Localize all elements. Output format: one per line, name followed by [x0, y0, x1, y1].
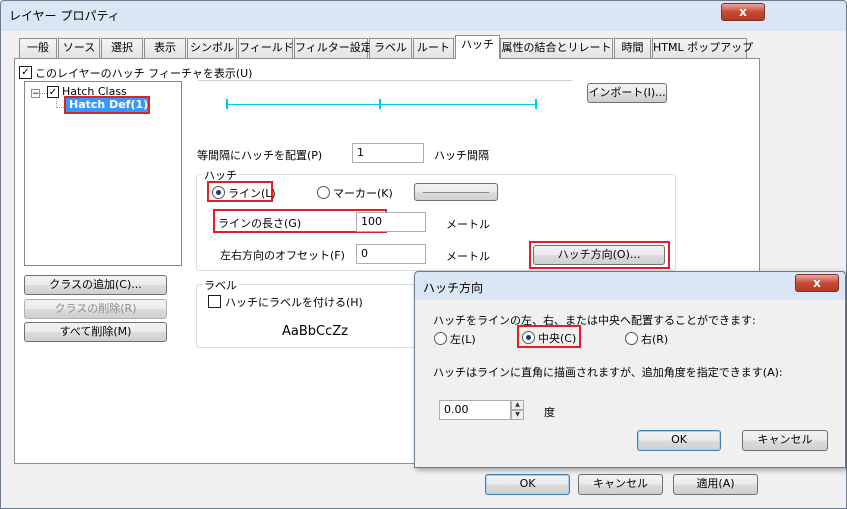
tab-5[interactable]: フィールド — [238, 38, 294, 58]
hatch-preview — [198, 80, 572, 118]
hatch-direction-dialog: ハッチ方向 x ハッチをラインの左、右、または中央へ配置することができます: 左… — [414, 271, 846, 468]
left-radio[interactable] — [434, 332, 447, 345]
center-radio[interactable] — [522, 331, 535, 344]
apply-button[interactable]: 適用(A) — [673, 474, 758, 495]
right-radio-label: 右(R) — [641, 333, 669, 346]
remove-class-button[interactable]: クラスの削除(R) — [24, 299, 167, 319]
tab-2[interactable]: 選択 — [101, 38, 143, 58]
dialog-cancel-button[interactable]: キャンセル — [742, 430, 828, 451]
dialog-ok-button[interactable]: OK — [637, 430, 721, 451]
window-title: レイヤー プロパティ — [9, 9, 120, 23]
cancel-button[interactable]: キャンセル — [578, 474, 663, 495]
symbol-preview — [423, 192, 489, 193]
label-sample-text: AaBbCcZz — [282, 324, 348, 339]
dialog-title: ハッチ方向 — [423, 281, 484, 295]
offset-unit: メートル — [446, 250, 490, 263]
add-class-button[interactable]: クラスの追加(C)... — [24, 275, 167, 295]
import-button[interactable]: インポート(I)... — [587, 83, 667, 103]
preview-tick — [226, 99, 228, 109]
tab-0[interactable]: 一般 — [19, 38, 57, 58]
remove-all-button[interactable]: すべて削除(M) — [24, 322, 167, 342]
right-radio[interactable] — [625, 332, 638, 345]
ok-button[interactable]: OK — [485, 474, 570, 495]
tab-11[interactable]: 時間 — [614, 38, 651, 58]
tab-9[interactable]: ハッチ — [455, 35, 500, 59]
interval-unit: ハッチ間隔 — [434, 149, 489, 162]
angle-input[interactable]: 0.00 — [439, 400, 511, 420]
tree-connector — [40, 93, 47, 94]
close-icon: x — [739, 5, 747, 19]
tab-3[interactable]: 表示 — [144, 38, 186, 58]
preview-tick — [379, 99, 381, 109]
tree-class-checkbox[interactable]: ✓ — [47, 86, 59, 98]
show-hatch-label: このレイヤーのハッチ フィーチャを表示(U) — [35, 67, 253, 80]
spin-down-icon[interactable]: ▼ — [511, 410, 524, 420]
window-close-button[interactable]: x — [721, 3, 765, 21]
tab-6[interactable]: フィルター設定 — [294, 38, 372, 58]
checkmark-icon: ✓ — [21, 67, 30, 78]
interval-input[interactable]: 1 — [352, 143, 424, 163]
label-hatch-label: ハッチにラベルを付ける(H) — [225, 296, 363, 309]
offset-label: 左右方向のオフセット(F) — [220, 249, 345, 262]
checkmark-icon: ✓ — [48, 87, 58, 98]
label-group-title: ラベル — [202, 277, 239, 293]
marker-symbol-button[interactable] — [414, 183, 498, 201]
center-radio-label: 中央(C) — [538, 332, 577, 345]
line-radio[interactable] — [212, 186, 225, 199]
tab-7[interactable]: ラベル — [369, 38, 412, 58]
spin-up-icon[interactable]: ▲ — [511, 400, 524, 410]
tab-1[interactable]: ソース — [58, 38, 100, 58]
label-hatch-checkbox[interactable] — [208, 295, 221, 308]
interval-label: 等間隔にハッチを配置(P) — [197, 149, 323, 162]
hatch-direction-button[interactable]: ハッチ方向(O)... — [533, 245, 665, 265]
tab-12[interactable]: HTML ポップアップ — [652, 38, 753, 58]
angle-unit: 度 — [544, 406, 555, 419]
tab-10[interactable]: 属性の結合とリレート — [500, 38, 613, 58]
collapse-icon[interactable]: − — [31, 89, 40, 99]
dialog-close-button[interactable]: x — [795, 274, 839, 292]
preview-tick — [535, 99, 537, 109]
length-label: ラインの長さ(G) — [218, 217, 302, 230]
line-radio-label: ライン(L) — [228, 187, 276, 200]
length-unit: メートル — [446, 218, 490, 231]
length-input[interactable]: 100 — [356, 212, 426, 232]
tab-8[interactable]: ルート — [413, 38, 454, 58]
preview-line — [227, 104, 537, 105]
left-radio-label: 左(L) — [450, 333, 476, 346]
dialog-placement-text: ハッチをラインの左、右、または中央へ配置することができます: — [433, 314, 756, 327]
tab-4[interactable]: シンボル — [187, 38, 237, 58]
offset-input[interactable]: 0 — [356, 244, 426, 264]
close-icon: x — [813, 276, 821, 290]
tree-connector — [56, 107, 64, 108]
show-hatch-checkbox[interactable]: ✓ — [19, 66, 32, 79]
marker-radio-label: マーカー(K) — [333, 187, 393, 200]
tree-item-hatch-def[interactable]: Hatch Def(1) — [66, 98, 148, 112]
marker-radio[interactable] — [317, 186, 330, 199]
dialog-angle-text: ハッチはラインに直角に描画されますが、追加角度を指定できます(A): — [433, 366, 783, 379]
